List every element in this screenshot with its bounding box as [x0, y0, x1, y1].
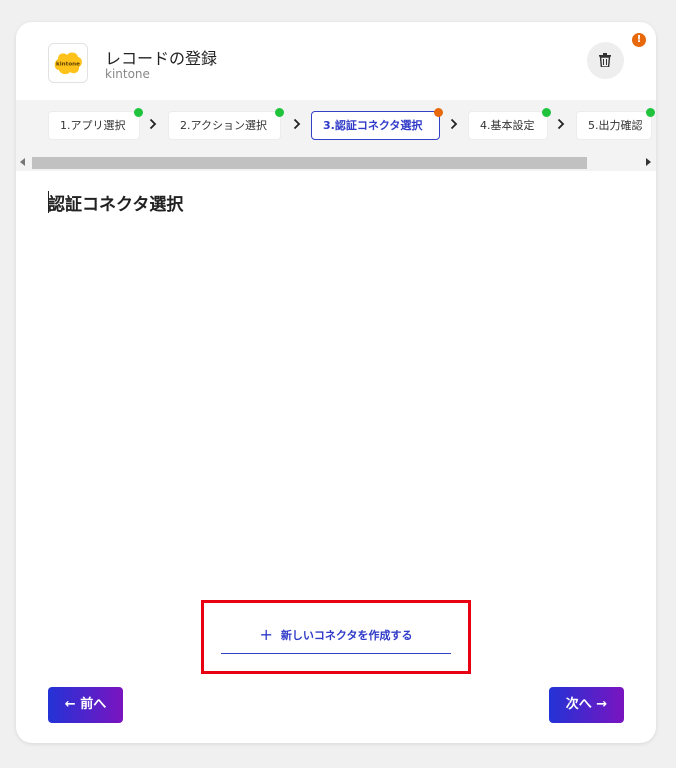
step-action-select[interactable]: 2.アクション選択 [168, 108, 284, 140]
plus-icon: + [259, 625, 273, 644]
step-editor-card: kintone レコードの登録 kintone 1.アプリ選択 2.アクション選… [16, 22, 656, 743]
create-connector-label: 新しいコネクタを作成する [280, 629, 413, 642]
step-label: 1.アプリ選択 [60, 119, 126, 132]
chevron-right-icon [450, 118, 458, 130]
create-connector-button[interactable]: + 新しいコネクタを作成する [221, 620, 451, 654]
step-label: 2.アクション選択 [180, 119, 267, 132]
chevron-right-icon [149, 118, 157, 130]
chevron-right-icon [293, 118, 301, 130]
alert-icon[interactable]: ! [632, 33, 646, 47]
step-label: 4.基本設定 [480, 119, 535, 132]
completed-check-icon [134, 108, 143, 117]
step-basic-settings[interactable]: 4.基本設定 [468, 108, 551, 140]
completed-check-icon [275, 108, 284, 117]
section-title: 認証コネクタ選択 [48, 195, 184, 215]
chevron-right-icon [557, 118, 565, 130]
step-label: 5.出力確認 [588, 119, 643, 132]
app-name: kintone [105, 67, 150, 81]
step-app-select[interactable]: 1.アプリ選択 [48, 108, 143, 140]
horizontal-scrollbar[interactable] [16, 155, 656, 169]
trash-icon [599, 53, 611, 67]
step-auth-connector-select[interactable]: 3.認証コネクタ選択 [311, 108, 443, 140]
completed-check-icon [646, 108, 655, 117]
step-output-check[interactable]: 5.出力確認 [576, 108, 655, 140]
kintone-logo-text: kintone [56, 62, 80, 68]
delete-button[interactable] [587, 42, 624, 79]
kintone-logo: kintone [48, 43, 88, 83]
step-label: 3.認証コネクタ選択 [323, 119, 423, 132]
warning-dot-icon [434, 108, 443, 117]
next-button[interactable]: 次へ → [549, 687, 624, 723]
previous-button[interactable]: ← 前へ [48, 687, 123, 723]
scroll-right-arrow-icon[interactable] [645, 158, 651, 166]
completed-check-icon [542, 108, 551, 117]
scrollbar-thumb[interactable] [32, 157, 587, 169]
scroll-left-arrow-icon[interactable] [20, 158, 26, 166]
page-title: レコードの登録 [105, 49, 218, 68]
